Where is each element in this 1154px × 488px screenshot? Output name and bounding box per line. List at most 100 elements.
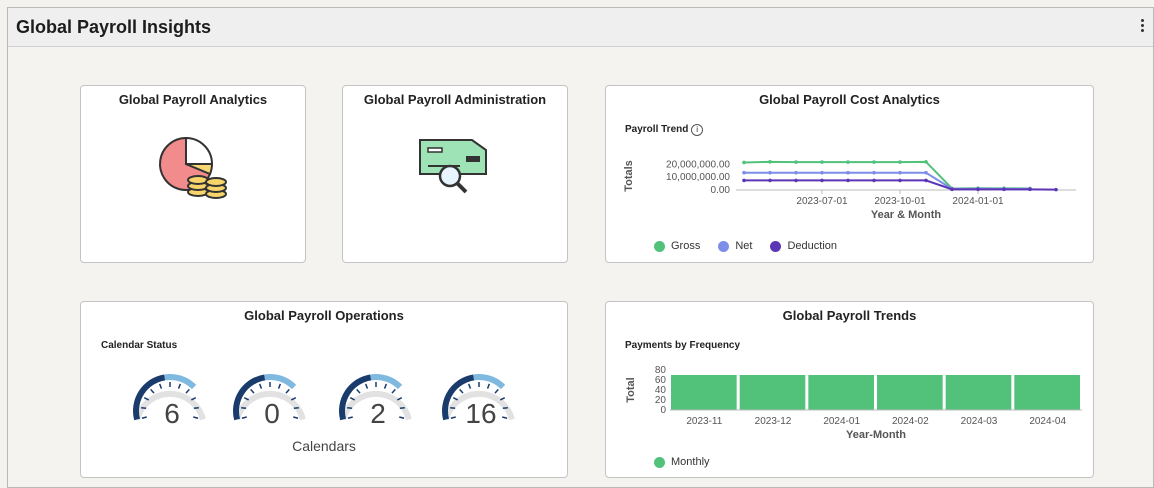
page-header: Global Payroll Insights [8,8,1153,47]
data-point[interactable] [1002,187,1006,192]
gauge-tick [499,397,506,401]
tile-title: Global Payroll Trends [782,308,917,323]
bar-legend: Monthly [654,456,710,468]
bar[interactable] [1014,375,1080,410]
data-point[interactable] [898,178,902,183]
y-tick-label: 20,000,000.00 [666,159,730,170]
data-point[interactable] [768,160,772,164]
gauge-tick [349,397,356,401]
x-tick-label: 2023-10-01 [874,196,926,207]
x-tick-label: 2024-03 [961,416,998,427]
gauge-tick [141,416,147,419]
data-point[interactable] [898,170,902,175]
gauge-value: 2 [370,398,386,429]
data-point[interactable] [898,160,902,164]
legend-label-monthly: Monthly [671,456,710,468]
data-point[interactable] [924,170,928,175]
gauge-tick [190,397,197,401]
data-point[interactable] [820,160,824,164]
data-point[interactable] [846,170,850,175]
tile-global-payroll-operations[interactable]: Global Payroll Operations Calendar Statu… [80,301,568,478]
data-point[interactable] [846,160,850,164]
gauge-tick [293,406,299,410]
tile-title: Global Payroll Cost Analytics [759,92,940,107]
legend-dot-gross [654,240,665,252]
data-point[interactable] [768,170,772,175]
calendar-gauge[interactable]: 0 [233,374,306,429]
x-tick-label: 2023-12 [755,416,792,427]
data-point[interactable] [924,160,928,164]
x-axis-title: Year & Month [871,209,942,221]
payroll-trend-chart: Totals 20,000,000.00 10,000,000.00 0.00 2023… [623,159,1076,221]
tile-global-payroll-administration[interactable]: Global Payroll Administration [342,85,568,263]
chart-legend: Gross Net Deduction [654,240,837,252]
gauge-tick [141,406,147,410]
series-line-gross[interactable] [743,160,1031,190]
tile-global-payroll-analytics[interactable]: Global Payroll Analytics [80,85,306,263]
calendar-gauge[interactable]: 16 [442,374,515,429]
x-axis-title: Year-Month [846,429,906,441]
legend-label-deduction: Deduction [787,240,838,252]
legend-label-net: Net [735,240,753,252]
gauge-tick [185,388,190,394]
more-actions-icon[interactable] [1139,18,1145,36]
bar[interactable] [945,375,1012,410]
data-point[interactable] [872,160,876,164]
data-point[interactable] [820,170,824,175]
data-point[interactable] [742,170,746,175]
data-point[interactable] [1028,187,1032,192]
y-axis-title: Totals [623,160,635,192]
info-icon[interactable]: i [691,124,704,136]
gauge-tick [347,406,353,410]
data-point[interactable] [742,178,746,183]
calendar-gauge[interactable]: 2 [339,374,412,429]
gauge-tick [241,406,247,410]
gauge-tick [467,383,472,389]
gauge-tick [258,383,263,389]
data-point[interactable] [768,178,772,183]
legend-dot-deduction [770,240,782,252]
y-axis-title: Total [625,377,637,402]
bar[interactable] [808,375,874,410]
data-point[interactable] [950,187,954,192]
data-point[interactable] [1054,187,1058,192]
payroll-trend-label: Payroll Trend [625,124,689,135]
data-point[interactable] [924,178,928,183]
gauge-tick [250,388,255,394]
data-point[interactable] [742,160,746,165]
tile-global-payroll-trends[interactable]: Global Payroll Trends Payments by Freque… [605,301,1094,478]
data-point[interactable] [820,178,824,183]
calendar-status-label: Calendar Status [101,340,178,351]
tile-title: Global Payroll Operations [244,308,404,323]
gauge-tick [450,406,456,410]
gauge-tick [450,416,456,419]
gauge-tick [177,383,182,389]
bar[interactable] [671,375,737,410]
bar[interactable] [739,375,806,410]
gauge-tick [243,397,250,401]
y-tick-label: 0.00 [711,185,731,196]
data-point[interactable] [794,178,798,183]
data-point[interactable] [872,170,876,175]
gauge-tick [452,397,459,401]
data-point[interactable] [872,178,876,183]
legend-dot-net [718,240,730,252]
gauge-tick [277,383,282,389]
gauge-tick [193,416,199,419]
gauge-tick [193,406,199,410]
data-point[interactable] [846,178,850,183]
calendar-gauge[interactable]: 6 [133,374,206,429]
gauge-tick [459,388,464,394]
tile-global-payroll-cost-analytics[interactable]: Global Payroll Cost Analytics Payroll Tr… [605,85,1094,263]
data-point[interactable] [794,160,798,164]
gauge-tick [143,397,150,401]
gauge-tick [502,406,508,410]
bar[interactable] [877,375,943,410]
x-tick-label: 2024-02 [892,416,929,427]
x-tick-label: 2023-11 [686,416,722,427]
data-point[interactable] [976,187,980,192]
legend-label-gross: Gross [671,240,701,252]
x-tick-label: 2023-07-01 [796,196,848,207]
legend-dot-monthly [654,456,665,468]
data-point[interactable] [794,170,798,175]
